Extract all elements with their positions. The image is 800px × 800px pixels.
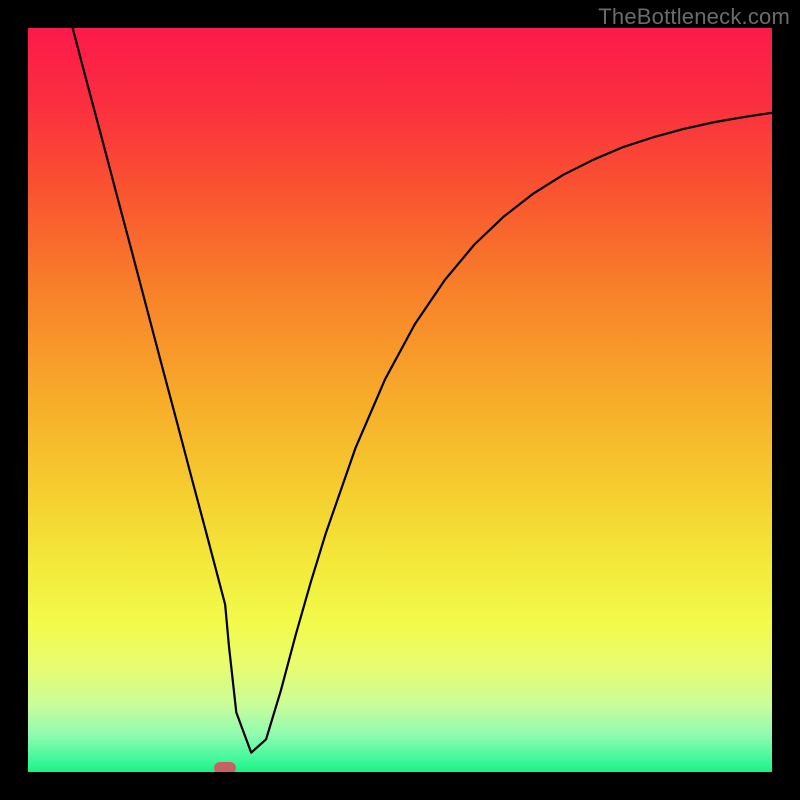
chart-frame: TheBottleneck.com	[0, 0, 800, 800]
optimum-marker	[214, 762, 236, 772]
plot-area	[28, 28, 772, 772]
watermark-label: TheBottleneck.com	[598, 4, 790, 30]
bottleneck-curve	[28, 28, 772, 772]
